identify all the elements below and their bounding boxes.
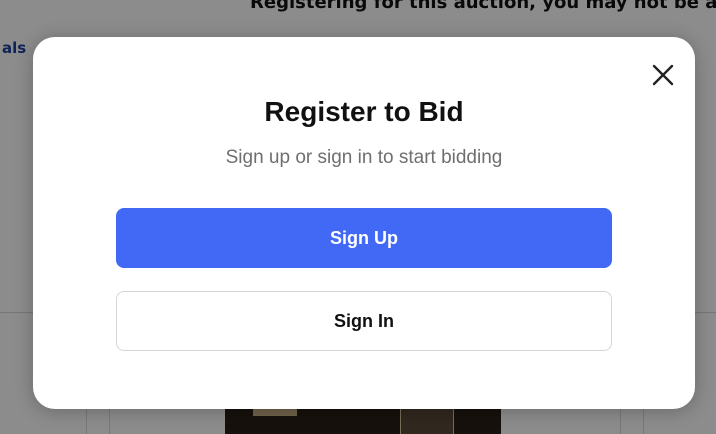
close-button[interactable] bbox=[647, 59, 679, 91]
sign-up-button[interactable]: Sign Up bbox=[116, 208, 612, 268]
sign-in-button[interactable]: Sign In bbox=[116, 291, 612, 351]
modal-subtitle: Sign up or sign in to start bidding bbox=[225, 147, 503, 168]
modal-title: Register to Bid bbox=[264, 96, 464, 127]
register-modal: Register to Bid Sign up or sign in to st… bbox=[33, 37, 695, 409]
close-icon bbox=[652, 64, 674, 86]
